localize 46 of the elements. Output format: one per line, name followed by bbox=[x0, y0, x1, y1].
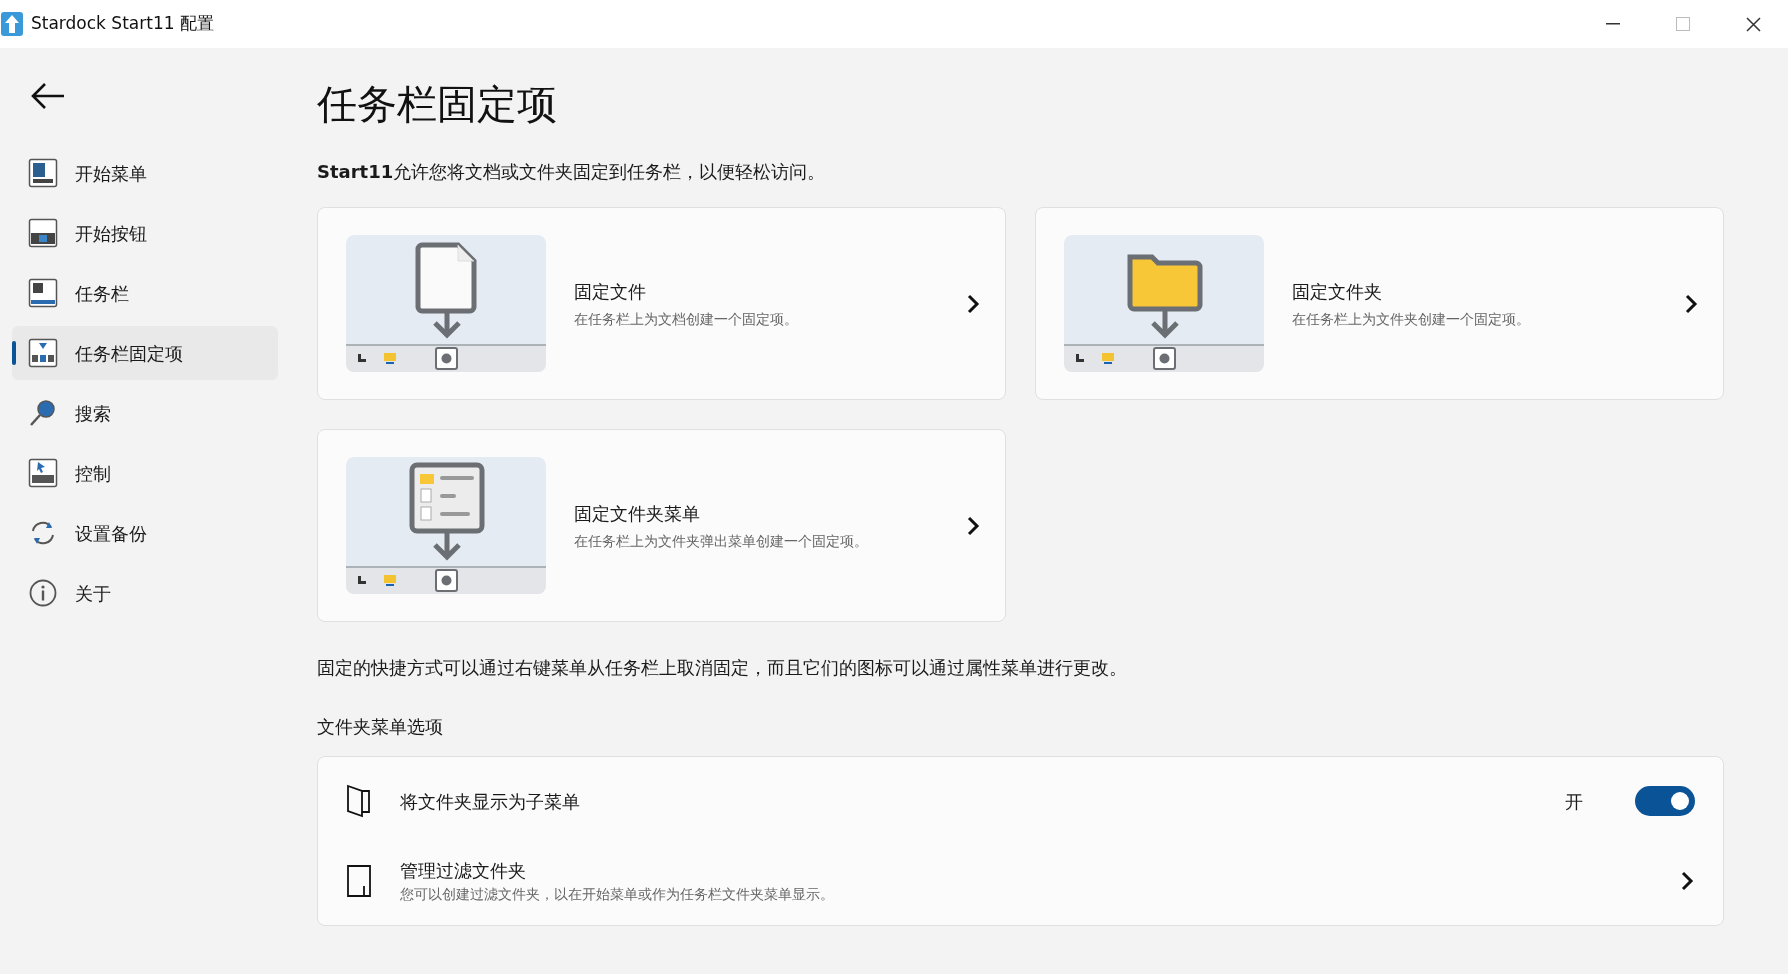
page-intro: Start11允许您将文档或文件夹固定到任务栏，以便轻松访问。 bbox=[317, 160, 827, 184]
pin-option-card[interactable]: 固定文件夹菜单 在任务栏上为文件夹弹出菜单创建一个固定项。 bbox=[317, 429, 1006, 622]
taskbar-icon bbox=[28, 278, 58, 308]
maximize-icon bbox=[1676, 17, 1690, 31]
sidebar-item[interactable]: 开始菜单 bbox=[12, 146, 278, 200]
option-title: 管理过滤文件夹 bbox=[400, 859, 527, 883]
chevron-right-icon bbox=[965, 514, 981, 537]
chevron-right-icon bbox=[1683, 292, 1699, 315]
info-icon bbox=[28, 578, 58, 608]
sidebar-item[interactable]: 设置备份 bbox=[12, 506, 278, 560]
taskbar-pins-icon bbox=[28, 338, 58, 368]
card-title: 固定文件 bbox=[574, 279, 647, 304]
unpin-note: 固定的快捷方式可以通过右键菜单从任务栏上取消固定，而且它们的图标可以通过属性菜单进行更改。 bbox=[317, 656, 1128, 680]
page-title: 任务栏固定项 bbox=[317, 80, 558, 129]
keyboard-cursor-icon bbox=[28, 458, 58, 488]
chevron-right-icon bbox=[965, 292, 981, 315]
pin-option-card[interactable]: 固定文件 在任务栏上为文档创建一个固定项。 bbox=[317, 207, 1006, 400]
sidebar-item[interactable]: 关于 bbox=[12, 566, 278, 620]
section-label: 文件夹菜单选项 bbox=[317, 715, 444, 739]
start-button-icon bbox=[28, 218, 58, 248]
sidebar-item[interactable]: 控制 bbox=[12, 446, 278, 500]
sidebar-item[interactable]: 任务栏固定项 bbox=[12, 326, 278, 380]
document-outline-icon bbox=[346, 864, 372, 898]
card-title: 固定文件夹 bbox=[1292, 279, 1383, 304]
start-menu-icon bbox=[28, 158, 58, 188]
chevron-right-icon bbox=[1679, 870, 1695, 892]
pin-option-card[interactable]: 固定文件夹 在任务栏上为文件夹创建一个固定项。 bbox=[1035, 207, 1724, 400]
minimize-icon bbox=[1606, 23, 1620, 25]
window-title: Stardock Start11 配置 bbox=[31, 12, 215, 36]
toggle-switch[interactable] bbox=[1635, 786, 1695, 816]
sidebar-item[interactable]: 搜索 bbox=[12, 386, 278, 440]
back-arrow-icon bbox=[30, 82, 66, 110]
filter-folders-row[interactable]: 管理过滤文件夹 您可以创建过滤文件夹，以在开始菜单或作为任务栏文件夹菜单显示。 bbox=[318, 841, 1723, 921]
option-description: 您可以创建过滤文件夹，以在开始菜单或作为任务栏文件夹菜单显示。 bbox=[400, 885, 835, 904]
card-description: 在任务栏上为文档创建一个固定项。 bbox=[574, 309, 799, 329]
card-description: 在任务栏上为文件夹弹出菜单创建一个固定项。 bbox=[574, 531, 869, 551]
option-title: 将文件夹显示为子菜单 bbox=[400, 789, 581, 814]
folder-submenu-icon bbox=[346, 784, 372, 818]
sidebar-item[interactable]: 开始按钮 bbox=[12, 206, 278, 260]
card-title: 固定文件夹菜单 bbox=[574, 501, 701, 526]
close-icon bbox=[1745, 16, 1761, 32]
sidebar-item[interactable]: 任务栏 bbox=[12, 266, 278, 320]
search-icon bbox=[28, 398, 58, 428]
selection-indicator bbox=[12, 341, 16, 365]
card-description: 在任务栏上为文件夹创建一个固定项。 bbox=[1292, 309, 1531, 329]
toggle-state-label: 开 bbox=[1565, 789, 1583, 814]
